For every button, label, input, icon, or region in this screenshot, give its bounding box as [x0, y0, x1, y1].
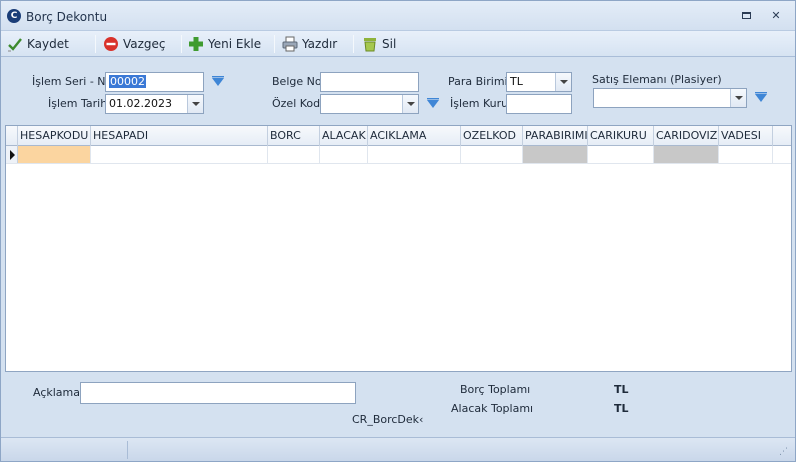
status-divider — [127, 441, 128, 459]
delete-label: Sil — [382, 37, 397, 51]
col-header-ozelkod[interactable]: OZELKOD — [461, 126, 523, 146]
resize-grip-icon[interactable]: ⋰ — [779, 446, 791, 458]
date-dropdown-icon[interactable] — [187, 95, 203, 113]
tarih-value: 01.02.2023 — [109, 97, 172, 110]
ozel-kod-label: Özel Kod — [272, 97, 321, 110]
trash-icon — [362, 36, 378, 52]
plus-icon — [188, 36, 204, 52]
filter-arrow-icon[interactable] — [211, 76, 225, 88]
cell-hesapkodu[interactable] — [18, 146, 91, 163]
borc-toplami-value: TL — [614, 383, 629, 396]
grid-header: HESAPKODU HESAPADI BORC ALACAK ACIKLAMA … — [6, 126, 791, 146]
toolbar-divider — [181, 35, 182, 53]
status-bar: ⋰ — [1, 437, 795, 461]
printer-icon — [282, 36, 298, 52]
para-birimi-value: TL — [510, 75, 523, 88]
alacak-toplami-label: Alacak Toplamı — [451, 402, 534, 415]
aciklama-input[interactable] — [80, 382, 356, 404]
alacak-toplami-value: TL — [614, 402, 629, 415]
title-bar: C Borç Dekontu ✕ — [1, 1, 795, 31]
seri-no-value: 00002 — [109, 75, 146, 88]
row-pointer-icon — [6, 146, 18, 163]
delete-button[interactable]: Sil — [362, 35, 396, 53]
tarih-label: İşlem Tarihi — [48, 97, 111, 110]
para-birimi-dropdown-icon[interactable] — [555, 73, 571, 91]
add-new-label: Yeni Ekle — [208, 37, 262, 51]
cell-caridovizi — [654, 146, 719, 163]
col-header-borc[interactable]: BORC — [268, 126, 320, 146]
cell-vadesi[interactable] — [719, 146, 773, 163]
window-title: Borç Dekontu — [26, 10, 108, 24]
restore-button[interactable] — [739, 10, 753, 22]
cell-borc[interactable] — [268, 146, 320, 163]
aciklama-label: Açklama — [33, 386, 81, 399]
table-row[interactable] — [6, 146, 791, 164]
ozel-kod-input[interactable] — [320, 94, 419, 114]
col-header-hesapadi[interactable]: HESAPADI — [91, 126, 268, 146]
satis-elemani-label: Satış Elemanı (Plasiyer) — [592, 73, 722, 86]
seri-no-label: İşlem Seri - No — [32, 75, 113, 88]
para-birimi-select[interactable]: TL — [506, 72, 572, 92]
close-icon: ✕ — [771, 9, 781, 22]
toolbar-divider — [95, 35, 96, 53]
restore-icon — [741, 12, 751, 19]
cancel-icon — [103, 36, 119, 52]
seri-no-input[interactable]: 00002 — [105, 72, 204, 92]
cell-hesapadi[interactable] — [91, 146, 268, 163]
close-button[interactable]: ✕ — [769, 10, 783, 22]
belge-no-label: Belge No — [272, 75, 322, 88]
para-birimi-label: Para Birimi — [448, 75, 508, 88]
islem-kuru-label: İşlem Kuru — [450, 97, 509, 110]
filter-arrow-icon[interactable] — [754, 92, 768, 104]
cell-aciklama[interactable] — [368, 146, 461, 163]
print-button[interactable]: Yazdır — [282, 35, 337, 53]
save-button[interactable]: Kaydet — [7, 35, 69, 53]
toolbar: Kaydet Vazgeç Yeni Ekle Yazdır Sil — [1, 31, 795, 57]
col-header-vadesi[interactable]: VADESI — [719, 126, 773, 146]
col-header-aciklama[interactable]: ACIKLAMA — [368, 126, 461, 146]
cell-alacak[interactable] — [320, 146, 368, 163]
save-label: Kaydet — [27, 37, 69, 51]
toolbar-divider — [274, 35, 275, 53]
checkmark-icon — [7, 36, 23, 52]
grid-corner — [6, 126, 18, 146]
ozel-kod-dropdown-icon[interactable] — [402, 95, 418, 113]
col-header-parabirimi[interactable]: PARABIRIMI — [523, 126, 588, 146]
col-header-caridovizi[interactable]: CARIDOVIZI — [654, 126, 719, 146]
col-header-alacak[interactable]: ALACAK — [320, 126, 368, 146]
cell-parabirimi — [523, 146, 588, 163]
form-code-label: CR_BorcDek‹ — [352, 413, 424, 426]
cancel-button[interactable]: Vazgeç — [103, 35, 166, 53]
islem-kuru-input[interactable] — [506, 94, 572, 114]
satis-elemani-select[interactable] — [593, 88, 747, 108]
borc-toplami-label: Borç Toplamı — [460, 383, 531, 396]
print-label: Yazdır — [302, 37, 338, 51]
add-new-button[interactable]: Yeni Ekle — [188, 35, 261, 53]
borc-dekontu-window: C Borç Dekontu ✕ Kaydet Vazgeç Yeni Ekle… — [0, 0, 796, 462]
col-header-hesapkodu[interactable]: HESAPKODU — [18, 126, 91, 146]
col-header-carikuru[interactable]: CARIKURU — [588, 126, 654, 146]
cell-ozelkod[interactable] — [461, 146, 523, 163]
cell-carikuru[interactable] — [588, 146, 654, 163]
dekont-grid[interactable]: HESAPKODU HESAPADI BORC ALACAK ACIKLAMA … — [5, 125, 792, 372]
filter-arrow-icon[interactable] — [426, 98, 440, 110]
belge-no-input[interactable] — [320, 72, 419, 92]
cancel-label: Vazgeç — [123, 37, 166, 51]
satis-elemani-dropdown-icon[interactable] — [730, 89, 746, 107]
toolbar-divider — [353, 35, 354, 53]
app-logo-icon: C — [7, 9, 21, 23]
tarih-input[interactable]: 01.02.2023 — [105, 94, 204, 114]
